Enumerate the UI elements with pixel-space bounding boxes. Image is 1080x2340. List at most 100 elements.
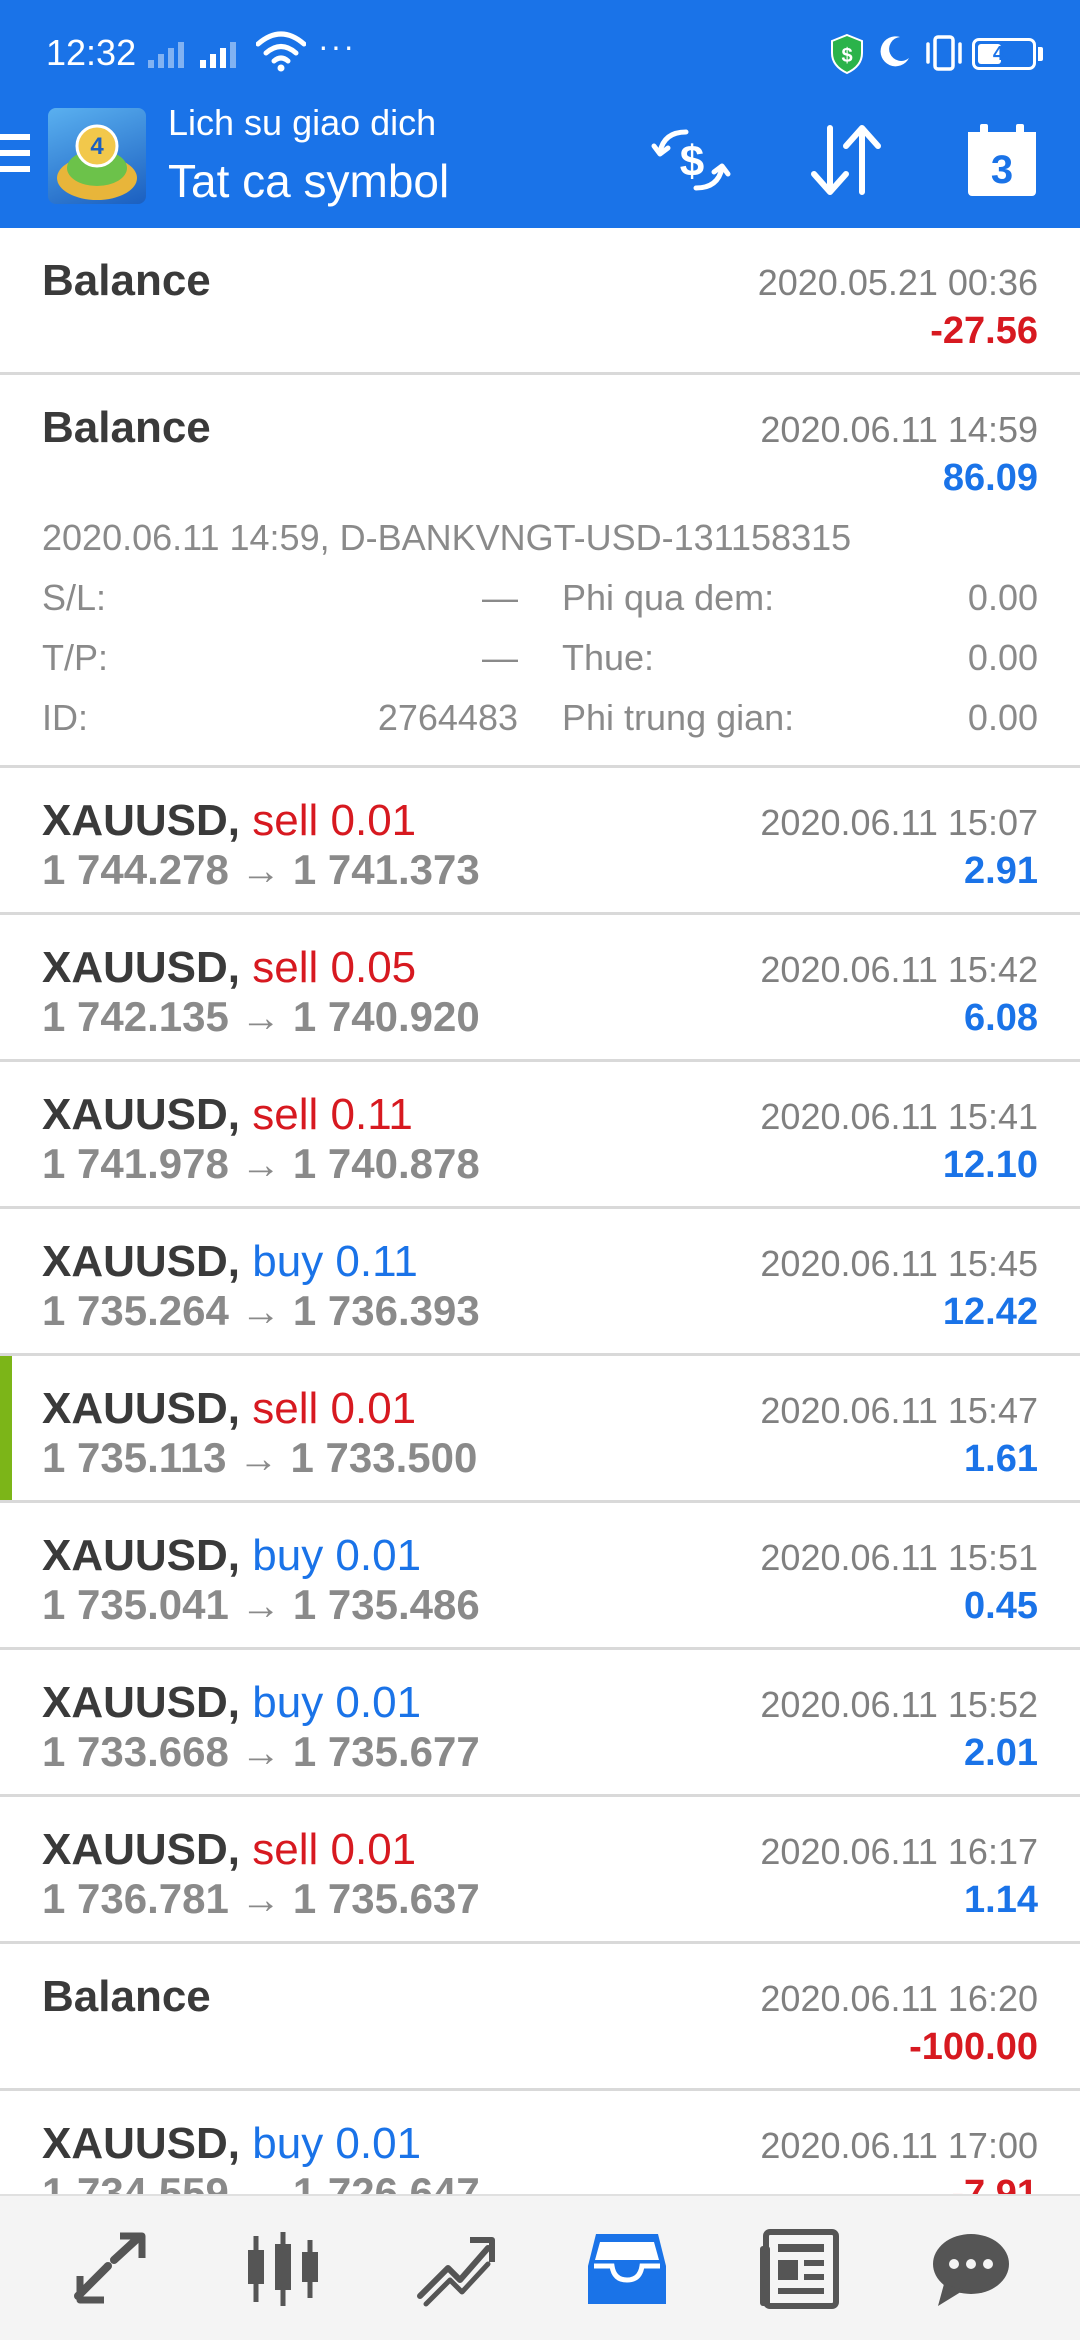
- row-symbol: Balance: [42, 403, 211, 452]
- battery-level: 40: [992, 43, 1016, 65]
- open-price: 1 733.668: [42, 1728, 229, 1775]
- trade-icon[interactable]: [412, 2226, 498, 2312]
- row-side: buy 0.01: [252, 2119, 422, 2168]
- arrow-right-icon: →: [240, 1878, 281, 1922]
- row-side: sell 0.11: [252, 1090, 413, 1139]
- app-logo: 4: [48, 108, 146, 204]
- row-symbol: XAUUSD,: [42, 943, 241, 992]
- page-title: Lich su giao dich: [168, 102, 437, 143]
- balance-row[interactable]: Balance 2020.06.11 16:20 -100.00: [0, 1944, 1080, 2091]
- row-time: 2020.06.11 15:07: [760, 802, 1038, 843]
- arrow-right-icon: →: [240, 1143, 281, 1187]
- row-symbol: XAUUSD,: [42, 796, 241, 845]
- calendar-badge: 3: [990, 148, 1014, 192]
- sort-icon[interactable]: [800, 122, 890, 198]
- close-price: 1 736.393: [292, 1287, 480, 1334]
- do-not-disturb-moon-icon: [880, 36, 909, 67]
- row-symbol: XAUUSD,: [42, 1384, 241, 1433]
- arrow-right-icon: →: [238, 1437, 279, 1481]
- row-time: 2020.06.11 15:42: [760, 949, 1038, 990]
- trade-row-selected[interactable]: XAUUSD, sell 0.01 1 735.113 → 1 733.500 20…: [0, 1356, 1080, 1503]
- row-time: 2020.06.11 15:47: [760, 1390, 1038, 1431]
- open-price: 1 735.264: [42, 1287, 229, 1334]
- calendar-icon[interactable]: 3: [964, 122, 1040, 198]
- messages-icon[interactable]: [928, 2226, 1014, 2312]
- menu-icon[interactable]: [0, 134, 30, 180]
- row-profit: 86.09: [942, 457, 1038, 499]
- close-price: 1 735.486: [292, 1581, 480, 1628]
- trade-row[interactable]: XAUUSD, sell 0.11 1 741.978 → 1 740.878 20…: [0, 1062, 1080, 1209]
- swap-label: Phi qua dem:: [562, 577, 775, 618]
- signal-icon-2: [200, 36, 236, 68]
- quotes-icon[interactable]: [68, 2226, 154, 2312]
- open-price: 1 735.041: [42, 1581, 229, 1628]
- currency-exchange-icon[interactable]: $: [646, 122, 736, 198]
- open-price: 1 735.113: [42, 1434, 227, 1481]
- app-header: 12:32 ··· $ 40 4 Lich su giao dich Tat c…: [0, 0, 1080, 228]
- arrow-right-icon: →: [240, 2172, 281, 2194]
- row-profit: -7.91: [951, 2173, 1038, 2194]
- id-value: 2764483: [377, 697, 518, 738]
- battery-icon: 40: [972, 38, 1036, 70]
- chart-icon[interactable]: [240, 2226, 326, 2312]
- close-price: 1 740.878: [292, 1140, 480, 1187]
- open-price: 1 742.135: [42, 993, 229, 1040]
- arrow-right-icon: →: [240, 1290, 281, 1334]
- row-side: buy 0.11: [252, 1237, 418, 1286]
- close-price: 1 733.500: [290, 1434, 478, 1481]
- row-profit: 1.61: [964, 1438, 1038, 1480]
- vibrate-icon: [926, 35, 962, 71]
- close-price: 1 741.373: [292, 846, 480, 893]
- security-shield-icon: $: [831, 34, 863, 74]
- row-time: 2020.06.11 15:45: [760, 1243, 1038, 1284]
- symbol-filter[interactable]: Tat ca symbol: [168, 154, 449, 208]
- balance-row[interactable]: Balance 2020.05.21 00:36 -27.56: [0, 228, 1080, 375]
- close-price: 1 726.647: [292, 2169, 480, 2194]
- tp-value: —: [482, 637, 518, 678]
- row-profit: 2.01: [964, 1732, 1038, 1774]
- sl-value: —: [482, 577, 518, 618]
- row-time: 2020.05.21 00:36: [757, 262, 1038, 303]
- open-price: 1 734.559: [42, 2169, 229, 2194]
- balance-row-expanded[interactable]: Balance 2020.06.11 14:59 86.09 2020.06.1…: [0, 375, 1080, 768]
- trade-row[interactable]: XAUUSD, buy 0.11 1 735.264 → 1 736.393 202…: [0, 1209, 1080, 1356]
- arrow-right-icon: →: [240, 1584, 281, 1628]
- trade-row[interactable]: XAUUSD, buy 0.01 1 735.041 → 1 735.486 202…: [0, 1503, 1080, 1650]
- close-price: 1 740.920: [292, 993, 480, 1040]
- close-price: 1 735.637: [292, 1875, 480, 1922]
- trade-row[interactable]: XAUUSD, sell 0.01 1 736.781 → 1 735.637 20…: [0, 1797, 1080, 1944]
- row-profit: -100.00: [909, 2026, 1038, 2068]
- trade-row[interactable]: XAUUSD, buy 0.01 1 733.668 → 1 735.677 202…: [0, 1650, 1080, 1797]
- arrow-right-icon: →: [240, 1731, 281, 1775]
- row-profit: 2.91: [964, 850, 1038, 892]
- trade-row[interactable]: XAUUSD, sell 0.05 1 742.135 → 1 740.920 20…: [0, 915, 1080, 1062]
- trade-row[interactable]: XAUUSD, sell 0.01 1 744.278 → 1 741.373 20…: [0, 768, 1080, 915]
- row-symbol: XAUUSD,: [42, 1090, 241, 1139]
- row-time: 2020.06.11 14:59: [760, 409, 1038, 450]
- row-time: 2020.06.11 17:00: [760, 2125, 1038, 2166]
- commission-label: Phi trung gian:: [562, 697, 795, 738]
- commission-value: 0.00: [967, 697, 1038, 738]
- row-symbol: XAUUSD,: [42, 1237, 241, 1286]
- row-profit: 1.14: [964, 1879, 1038, 1921]
- row-side: buy 0.01: [252, 1531, 422, 1580]
- row-side: sell 0.01: [252, 796, 417, 845]
- open-price: 1 744.278: [42, 846, 229, 893]
- history-icon[interactable]: [584, 2226, 670, 2312]
- row-symbol: XAUUSD,: [42, 2119, 241, 2168]
- signal-icon: [148, 36, 184, 68]
- row-profit: 6.08: [964, 997, 1038, 1039]
- tax-label: Thue:: [562, 637, 655, 678]
- row-time: 2020.06.11 15:52: [760, 1684, 1038, 1725]
- trade-row[interactable]: XAUUSD, buy 0.01 1 734.559 → 1 726.647 202…: [0, 2091, 1080, 2194]
- swap-value: 0.00: [967, 577, 1038, 618]
- tp-label: T/P:: [42, 637, 109, 678]
- svg-text:$: $: [680, 137, 704, 186]
- news-icon[interactable]: [756, 2226, 842, 2312]
- history-list[interactable]: Balance 2020.05.21 00:36 -27.56 Balance …: [0, 228, 1080, 2194]
- row-side: buy 0.01: [252, 1678, 422, 1727]
- arrow-right-icon: →: [240, 996, 281, 1040]
- row-symbol: Balance: [42, 256, 211, 305]
- row-profit: 12.10: [942, 1144, 1038, 1186]
- status-bar: 12:32 ··· $ 40: [0, 0, 1080, 104]
